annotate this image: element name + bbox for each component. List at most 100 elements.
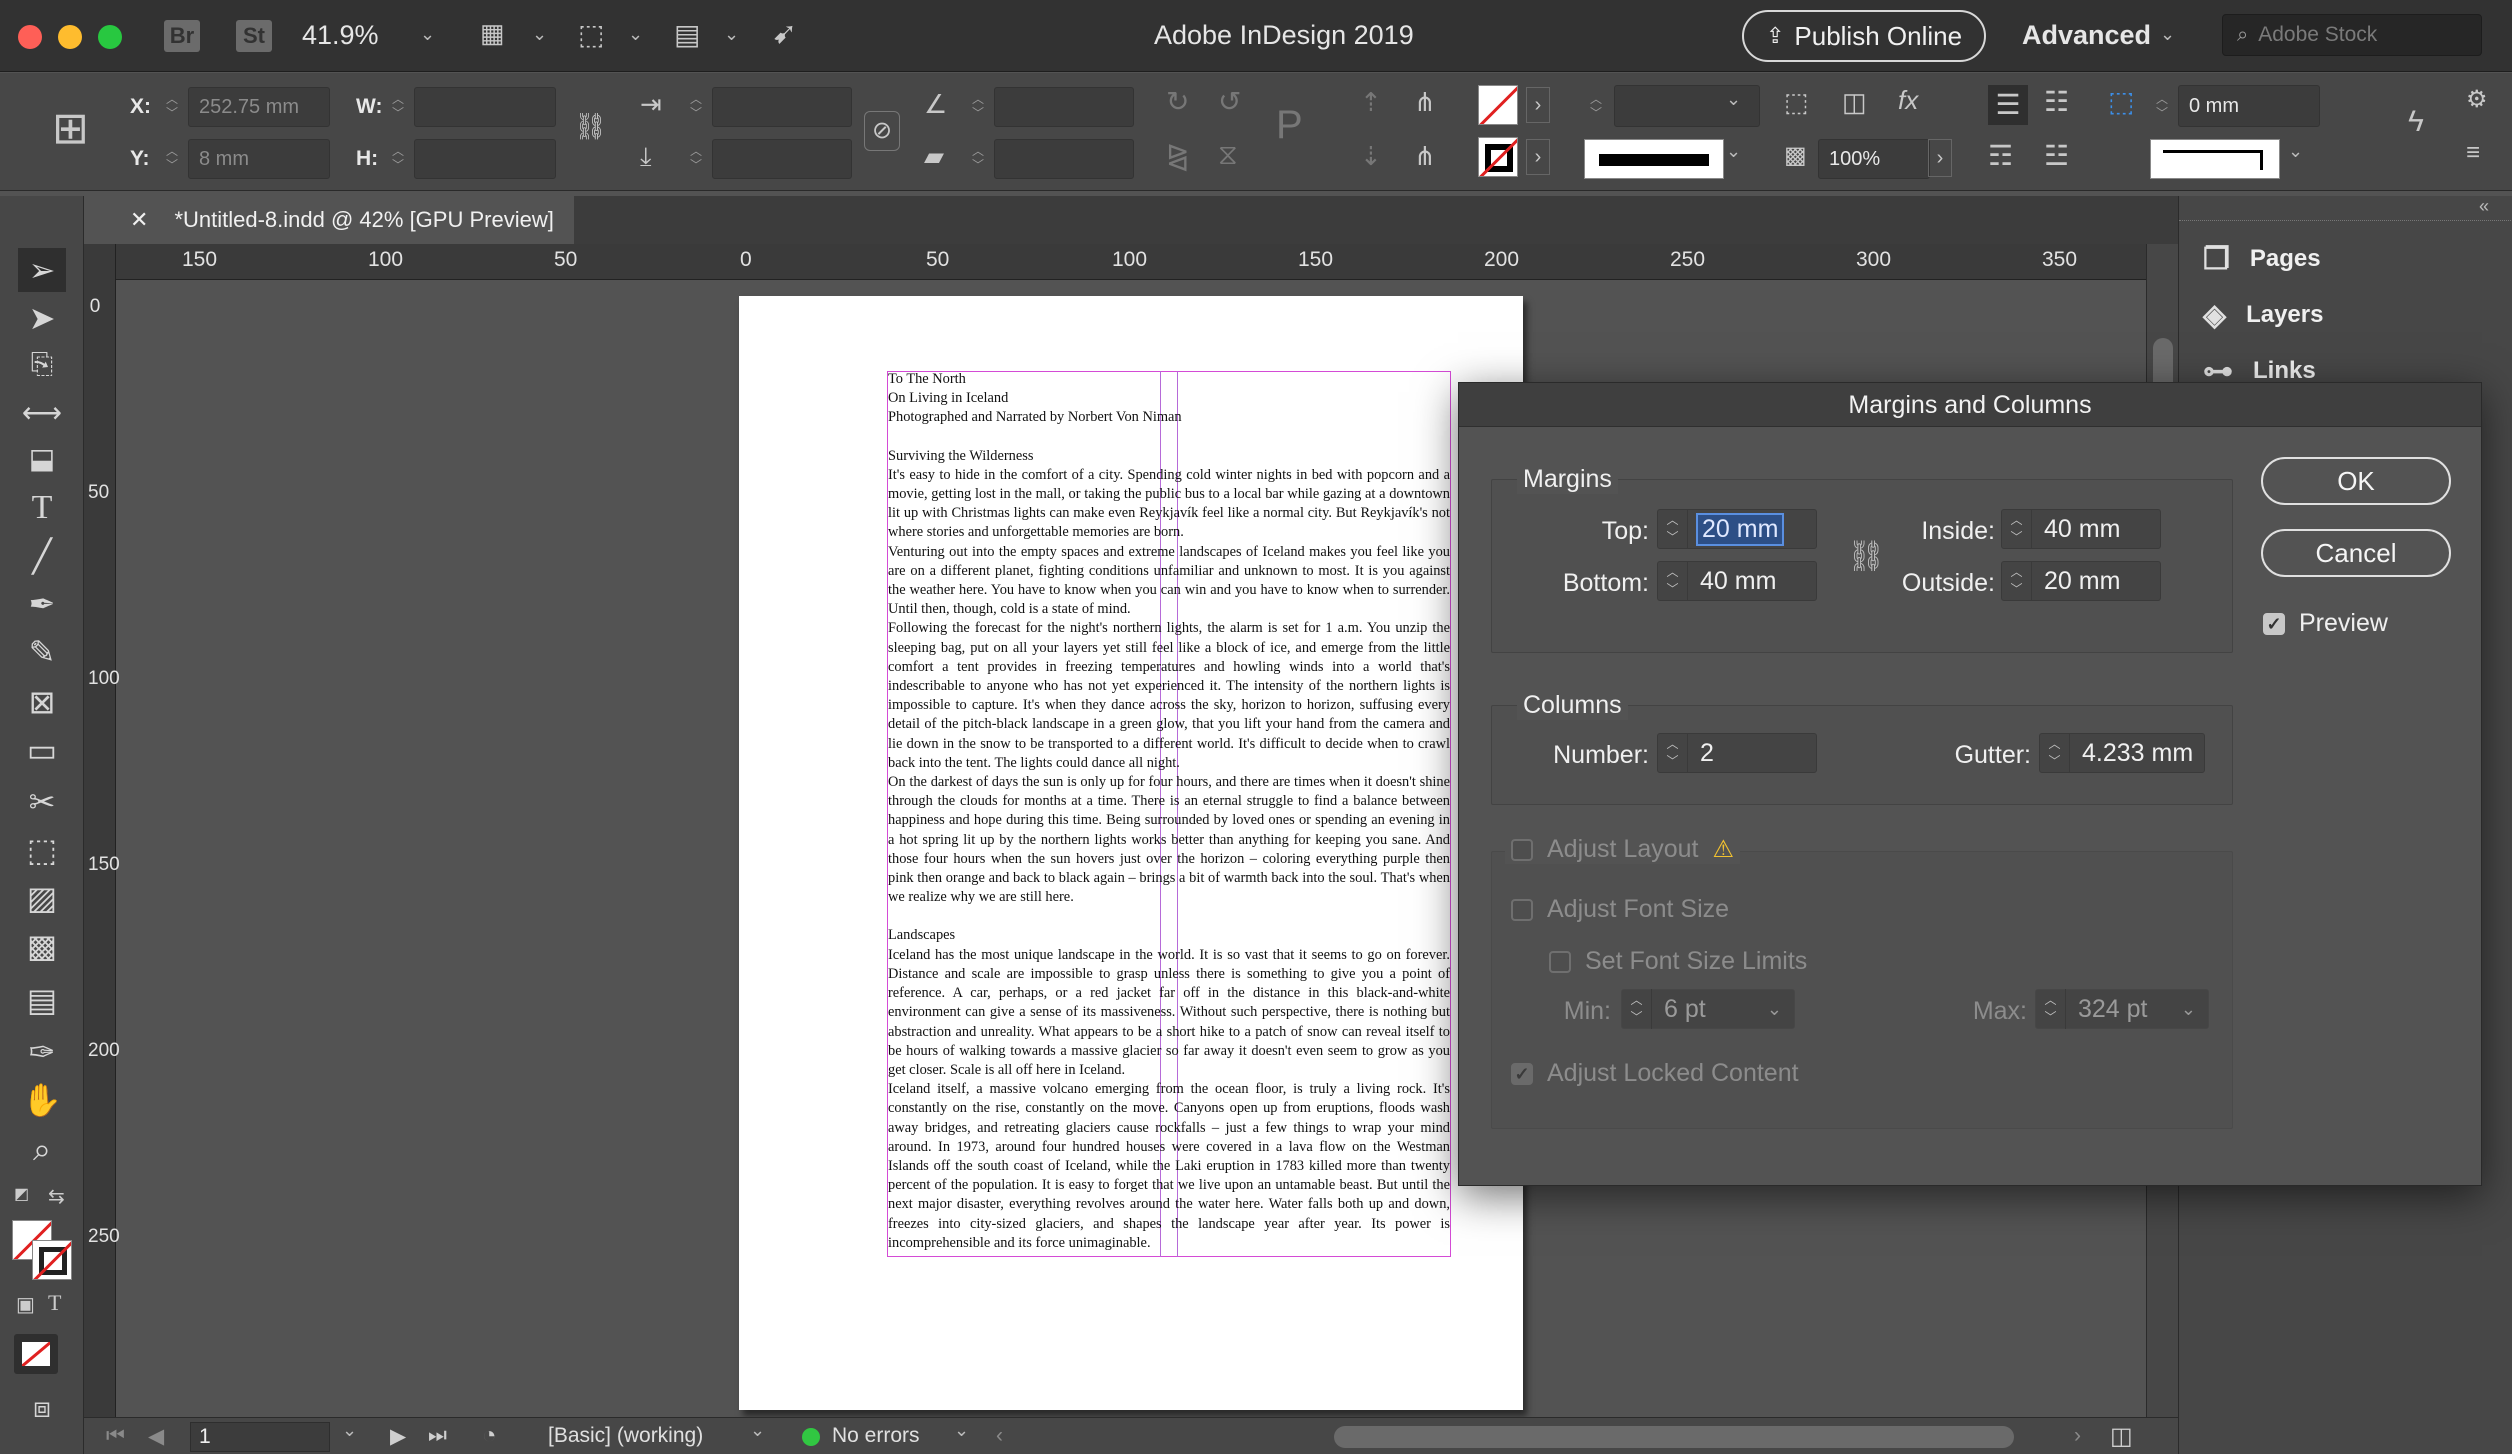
stock-search-input[interactable]: ⌕ Adobe Stock xyxy=(2222,14,2482,56)
drop-shadow-icon[interactable]: ◫ xyxy=(1842,87,1867,118)
constrain-proportions-icon[interactable]: ⛓ xyxy=(574,111,607,142)
rotation-stepper[interactable]: ︿ ﹀ xyxy=(968,92,988,120)
gutter-value[interactable]: 4.233 mm xyxy=(2070,739,2193,768)
adjust-locked-content-checkbox[interactable]: ✓ xyxy=(1511,1062,1533,1085)
gear-icon[interactable]: ⚙ xyxy=(2466,85,2488,114)
inside-margin-value[interactable]: 40 mm xyxy=(2032,515,2120,544)
outside-margin-stepper[interactable]: ︿ ﹀ xyxy=(2002,561,2032,601)
preflight-icon[interactable]: ◔ xyxy=(482,1422,497,1450)
min-font-size-select[interactable]: ︿ ﹀ 6 pt ⌄ xyxy=(1621,989,1795,1029)
top-margin-field[interactable]: ︿ ﹀ 20 mm xyxy=(1657,509,1817,549)
scroll-right-icon[interactable]: › xyxy=(2074,1424,2081,1448)
max-font-size-select[interactable]: ︿ ﹀ 324 pt ⌄ xyxy=(2035,989,2209,1029)
gutter-stepper[interactable]: ︿ ﹀ xyxy=(2040,733,2070,773)
shear-field[interactable] xyxy=(994,139,1134,179)
eyedropper-tool-icon[interactable]: ✑ xyxy=(18,1030,66,1074)
outside-margin-field[interactable]: ︿ ﹀ 20 mm xyxy=(2001,561,2161,601)
stroke-type-select[interactable] xyxy=(1584,139,1724,179)
text-wrap-shape-icon[interactable]: ☶ xyxy=(1988,139,2013,172)
close-icon[interactable]: ✕ xyxy=(130,207,148,233)
x-stepper[interactable]: ︿ ﹀ xyxy=(162,92,182,120)
opacity-field[interactable]: 100% xyxy=(1818,139,1930,179)
ok-button[interactable]: OK xyxy=(2261,457,2451,505)
horizontal-scrollbar-thumb[interactable] xyxy=(1334,1426,2014,1448)
h-stepper[interactable]: ︿ ﹀ xyxy=(388,144,408,172)
w-stepper[interactable]: ︿ ﹀ xyxy=(388,92,408,120)
pencil-tool-icon[interactable]: ✎ xyxy=(18,630,66,674)
select-container-icon[interactable]: ⇡ xyxy=(1360,87,1382,118)
column-number-value[interactable]: 2 xyxy=(1688,739,1714,768)
bottom-margin-stepper[interactable]: ︿ ﹀ xyxy=(1658,561,1688,601)
last-page-icon[interactable]: ⏭ xyxy=(428,1424,447,1448)
view-options-icon[interactable]: ▦ xyxy=(480,18,505,49)
gradient-swatch-tool-icon[interactable]: ▨ xyxy=(18,876,66,920)
line-tool-icon[interactable]: ╱ xyxy=(18,534,66,578)
reference-point-icon[interactable]: ⊞ xyxy=(52,103,89,154)
chevron-down-icon[interactable]: ⌄ xyxy=(2160,24,2175,45)
document-page[interactable]: To The North On Living in Iceland Photog… xyxy=(739,296,1523,1410)
free-transform-tool-icon[interactable]: ⬚ xyxy=(18,828,66,872)
select-content-icon[interactable]: ⇣ xyxy=(1360,141,1382,172)
opacity-menu-icon[interactable]: › xyxy=(1928,139,1952,177)
zoom-tool-icon[interactable]: ⌕ xyxy=(18,1128,66,1172)
top-margin-value[interactable]: 20 mm xyxy=(1696,512,1785,546)
zoom-dropdown-icon[interactable]: ⌄ xyxy=(420,24,435,45)
rotate-cw-icon[interactable]: ↻ xyxy=(1166,85,1189,118)
chevron-down-icon[interactable]: ⌄ xyxy=(1726,141,1741,162)
chevron-down-icon[interactable]: ⌄ xyxy=(2288,141,2303,162)
stroke-swatch[interactable] xyxy=(1478,137,1518,177)
page-tool-icon[interactable]: ⎘ xyxy=(18,342,66,386)
stroke-weight-stepper[interactable]: ︿ ﹀ xyxy=(1586,92,1606,120)
adjust-layout-option[interactable]: Adjust Layout ⚠ xyxy=(1505,835,1741,864)
apply-none-button[interactable] xyxy=(14,1334,58,1374)
direct-selection-tool-icon[interactable]: ➤ xyxy=(18,296,66,340)
auto-fit-icon[interactable]: ⬚ xyxy=(1784,87,1809,118)
effects-icon[interactable]: fx xyxy=(1898,85,1918,116)
chevron-down-icon[interactable]: ⌄ xyxy=(628,24,643,45)
inside-margin-field[interactable]: ︿ ﹀ 40 mm xyxy=(2001,509,2161,549)
style-status[interactable]: [Basic] (working) xyxy=(548,1424,703,1448)
publish-online-button[interactable]: ⇪ Publish Online xyxy=(1742,10,1986,62)
gradient-feather-tool-icon[interactable]: ▩ xyxy=(18,924,66,968)
chevron-down-icon[interactable]: ⌄ xyxy=(724,24,739,45)
screen-mode-icon[interactable]: ⬚ xyxy=(578,18,604,51)
publish-rocket-icon[interactable]: ➹ xyxy=(772,16,797,51)
quick-apply-icon[interactable]: ϟ xyxy=(2408,105,2424,139)
stock-button[interactable]: St xyxy=(236,20,272,52)
width-field[interactable] xyxy=(414,87,556,127)
ruler-origin[interactable] xyxy=(84,244,116,280)
adjust-locked-content-option[interactable]: ✓ Adjust Locked Content xyxy=(1511,1059,1799,1088)
wrap-offset-stepper[interactable]: ︿ ﹀ xyxy=(2152,92,2172,120)
preflight-status[interactable]: No errors xyxy=(832,1424,920,1448)
scale-y-field[interactable] xyxy=(712,139,852,179)
swap-colors-icon[interactable]: ⇆ xyxy=(48,1184,65,1209)
panel-grip[interactable] xyxy=(2179,220,2512,226)
rectangle-tool-icon[interactable]: ▭ xyxy=(18,728,66,772)
workspace-switcher[interactable]: Advanced xyxy=(2022,20,2151,51)
rotate-ccw-icon[interactable]: ↺ xyxy=(1218,85,1241,118)
gutter-field[interactable]: ︿ ﹀ 4.233 mm xyxy=(2039,733,2205,773)
y-stepper[interactable]: ︿ ﹀ xyxy=(162,144,182,172)
stroke-swatch-menu-icon[interactable]: › xyxy=(1526,139,1550,175)
adjust-font-size-checkbox[interactable] xyxy=(1511,898,1533,921)
max-font-size-value[interactable]: 324 pt xyxy=(2066,995,2148,1024)
wrap-offset-field[interactable]: 0 mm xyxy=(2178,85,2320,127)
bridge-button[interactable]: Br xyxy=(164,20,200,52)
y-position-field[interactable]: 8 mm xyxy=(188,139,330,179)
shear-stepper[interactable]: ︿ ﹀ xyxy=(968,144,988,172)
height-field[interactable] xyxy=(414,139,556,179)
column-number-stepper[interactable]: ︿ ﹀ xyxy=(1658,733,1688,773)
split-window-icon[interactable]: ◫ xyxy=(2110,1422,2133,1451)
content-collector-icon[interactable]: ⬓ xyxy=(18,436,66,480)
type-tool-icon[interactable]: T xyxy=(18,486,66,530)
chevron-down-icon[interactable]: ⌄ xyxy=(1767,999,1782,1020)
inside-margin-stepper[interactable]: ︿ ﹀ xyxy=(2002,509,2032,549)
max-font-size-stepper[interactable]: ︿ ﹀ xyxy=(2036,989,2066,1029)
scale-x-stepper[interactable]: ︿ ﹀ xyxy=(686,92,706,120)
min-font-size-stepper[interactable]: ︿ ﹀ xyxy=(1622,989,1652,1029)
fill-swatch-menu-icon[interactable]: › xyxy=(1526,87,1550,123)
next-page-icon[interactable]: ▶ xyxy=(390,1424,406,1449)
chevron-down-icon[interactable]: ⌄ xyxy=(2181,999,2196,1020)
flip-horizontal-icon[interactable]: ⧎ xyxy=(1166,139,1189,172)
default-colors-icon[interactable]: ◩ xyxy=(14,1184,34,1204)
